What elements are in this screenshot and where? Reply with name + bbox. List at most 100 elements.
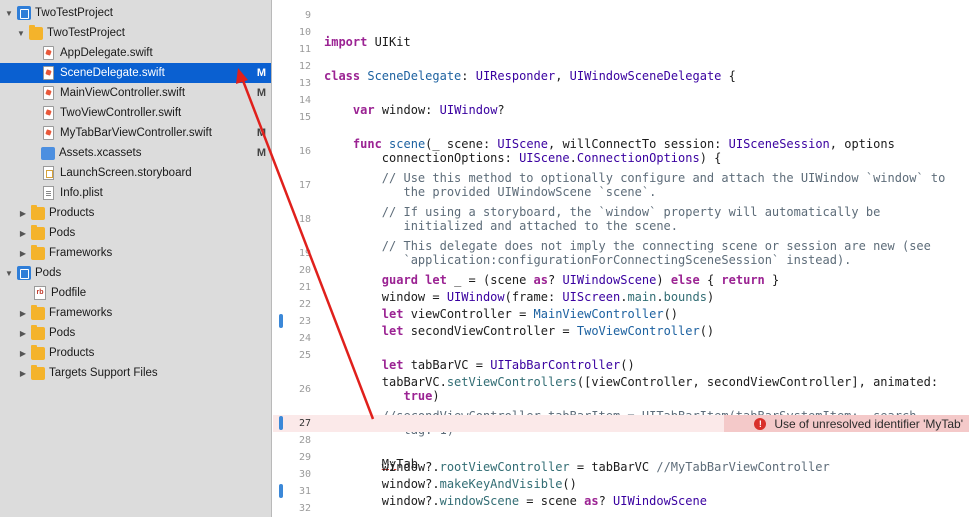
disclosure-triangle-icon[interactable]: ▼ (4, 269, 14, 278)
line-number: 22 (298, 299, 311, 310)
nav-row-assets[interactable]: Assets.xcassets M (0, 143, 271, 163)
folder-icon (31, 364, 45, 380)
nav-row-project-twotestproject[interactable]: ▼ TwoTestProject (0, 3, 271, 23)
project-icon (17, 266, 31, 280)
nav-row-pods[interactable]: ▶ Pods (0, 223, 271, 243)
code-line[interactable]: 25 tabBarVC.setViewControllers([viewCont… (273, 347, 969, 403)
scm-status-badge: M (256, 87, 266, 99)
line-number: 18 (298, 214, 311, 225)
code-line[interactable]: 16 // Use this method to optionally conf… (273, 143, 969, 199)
error-icon: ! (754, 417, 767, 430)
folder-icon (31, 324, 45, 340)
code-line[interactable]: 21 let viewController = MainViewControll… (273, 279, 969, 321)
folder-icon (31, 304, 45, 320)
swift-file-icon (43, 46, 54, 60)
nav-row-label: Frameworks (49, 247, 113, 259)
code-line[interactable]: 28 window?.rootViewController = tabBarVC… (273, 432, 969, 474)
code-line[interactable]: 12 (273, 58, 969, 75)
code-line[interactable]: 30 window?.windowScene = scene as? UIWin… (273, 466, 969, 508)
nav-row-pods-frameworks[interactable]: ▶ Frameworks (0, 303, 271, 323)
line-number: 30 (298, 469, 311, 480)
line-number: 17 (298, 180, 311, 191)
line-number: 24 (298, 333, 311, 344)
code-line[interactable]: 19 guard let _ = (scene as? UIWindowScen… (273, 245, 969, 287)
code-line[interactable]: 13 var window: UIWindow? (273, 75, 969, 117)
nav-row-twoviewcontroller[interactable]: TwoViewController.swift (0, 103, 271, 123)
disclosure-triangle-icon[interactable]: ▼ (4, 9, 14, 18)
scm-status-badge: M (256, 147, 266, 159)
code-line[interactable]: 10 (273, 24, 969, 41)
folder-icon (31, 244, 45, 260)
nav-row-label: MyTabBarViewController.swift (60, 127, 212, 139)
storyboard-icon (43, 166, 54, 180)
source-editor[interactable]: 9 import UIKit 10 11 class SceneDelegate… (273, 0, 969, 517)
nav-row-scenedelegate[interactable]: SceneDelegate.swift M (0, 63, 271, 83)
nav-row-label: Frameworks (49, 307, 113, 319)
line-number: 21 (298, 282, 311, 293)
line-number: 31 (298, 486, 311, 497)
code-line[interactable]: 29 window?.makeKeyAndVisible() (273, 449, 969, 491)
code-line[interactable]: 26 //secondViewController.tabBarItem = U… (273, 381, 969, 437)
code-line[interactable]: 14 (273, 92, 969, 109)
code-line[interactable]: 23 (273, 313, 969, 330)
nav-row-label: Pods (35, 267, 62, 279)
nav-row-infoplist[interactable]: Info.plist (0, 183, 271, 203)
disclosure-triangle-icon[interactable]: ▶ (18, 209, 28, 218)
disclosure-triangle-icon[interactable]: ▶ (18, 369, 28, 378)
code-line[interactable]: 9 import UIKit (273, 7, 969, 49)
line-number: 14 (298, 95, 311, 106)
line-number: 10 (298, 27, 311, 38)
disclosure-triangle-icon[interactable]: ▶ (18, 309, 28, 318)
nav-row-label: Assets.xcassets (59, 147, 142, 159)
nav-row-label: TwoViewController.swift (60, 107, 182, 119)
project-navigator: ▼ TwoTestProject ▼ TwoTestProject AppDel… (0, 0, 272, 517)
disclosure-triangle-icon[interactable]: ▶ (18, 349, 28, 358)
code-line-error[interactable]: 27 MyTab ! Use of unresolved identifier … (273, 415, 969, 471)
nav-row-products[interactable]: ▶ Products (0, 203, 271, 223)
code-line[interactable]: 31 (273, 483, 969, 500)
code-line[interactable]: 18 // This delegate does not imply the c… (273, 211, 969, 267)
code-line[interactable]: 11 class SceneDelegate: UIResponder, UIW… (273, 41, 969, 83)
disclosure-triangle-icon[interactable]: ▶ (18, 329, 28, 338)
nav-row-project-pods[interactable]: ▼ Pods (0, 263, 271, 283)
swift-file-icon (43, 66, 54, 80)
swift-file-icon (43, 86, 54, 100)
line-number: 11 (298, 44, 311, 55)
nav-row-targets-support-files[interactable]: ▶ Targets Support Files (0, 363, 271, 383)
nav-row-appdelegate[interactable]: AppDelegate.swift (0, 43, 271, 63)
code-line[interactable]: 17 // If using a storyboard, the `window… (273, 177, 969, 233)
nav-row-label: Products (49, 207, 95, 219)
nav-row-launchscreen[interactable]: LaunchScreen.storyboard (0, 163, 271, 183)
line-number: 20 (298, 265, 311, 276)
code-line[interactable]: 22 let secondViewController = TwoViewCon… (273, 296, 969, 338)
disclosure-triangle-icon[interactable]: ▶ (18, 229, 28, 238)
nav-row-frameworks[interactable]: ▶ Frameworks (0, 243, 271, 263)
nav-row-group-twotestproject[interactable]: ▼ TwoTestProject (0, 23, 271, 43)
disclosure-triangle-icon[interactable]: ▼ (16, 29, 26, 38)
nav-row-label: Info.plist (60, 187, 103, 199)
ruby-file-icon: rb (34, 286, 46, 300)
error-annotation[interactable]: ! Use of unresolved identifier 'MyTab' (724, 415, 969, 432)
nav-row-label: SceneDelegate.swift (60, 67, 165, 79)
plist-icon (43, 186, 54, 200)
nav-row-mainviewcontroller[interactable]: MainViewController.swift M (0, 83, 271, 103)
code-line[interactable]: 32 } (273, 500, 969, 517)
line-number: 19 (298, 248, 311, 259)
nav-row-label: Pods (49, 227, 76, 239)
line-number: 9 (304, 10, 311, 21)
nav-row-podfile[interactable]: rb Podfile (0, 283, 271, 303)
nav-row-label: TwoTestProject (35, 7, 113, 19)
nav-row-label: TwoTestProject (47, 27, 125, 39)
line-number: 16 (298, 146, 311, 157)
nav-row-pods-products[interactable]: ▶ Products (0, 343, 271, 363)
nav-row-label: Podfile (51, 287, 87, 299)
folder-icon (31, 224, 45, 240)
line-number: 23 (298, 316, 311, 327)
nav-row-pods-pods[interactable]: ▶ Pods (0, 323, 271, 343)
disclosure-triangle-icon[interactable]: ▶ (18, 249, 28, 258)
nav-row-mytabbarviewcontroller[interactable]: MyTabBarViewController.swift M (0, 123, 271, 143)
code-line[interactable]: 20 window = UIWindow(frame: UIScreen.mai… (273, 262, 969, 304)
code-line[interactable]: 24 let tabBarVC = UITabBarController() (273, 330, 969, 372)
code-line[interactable]: 15 func scene(_ scene: UIScene, willConn… (273, 109, 969, 165)
line-number: 15 (298, 112, 311, 123)
